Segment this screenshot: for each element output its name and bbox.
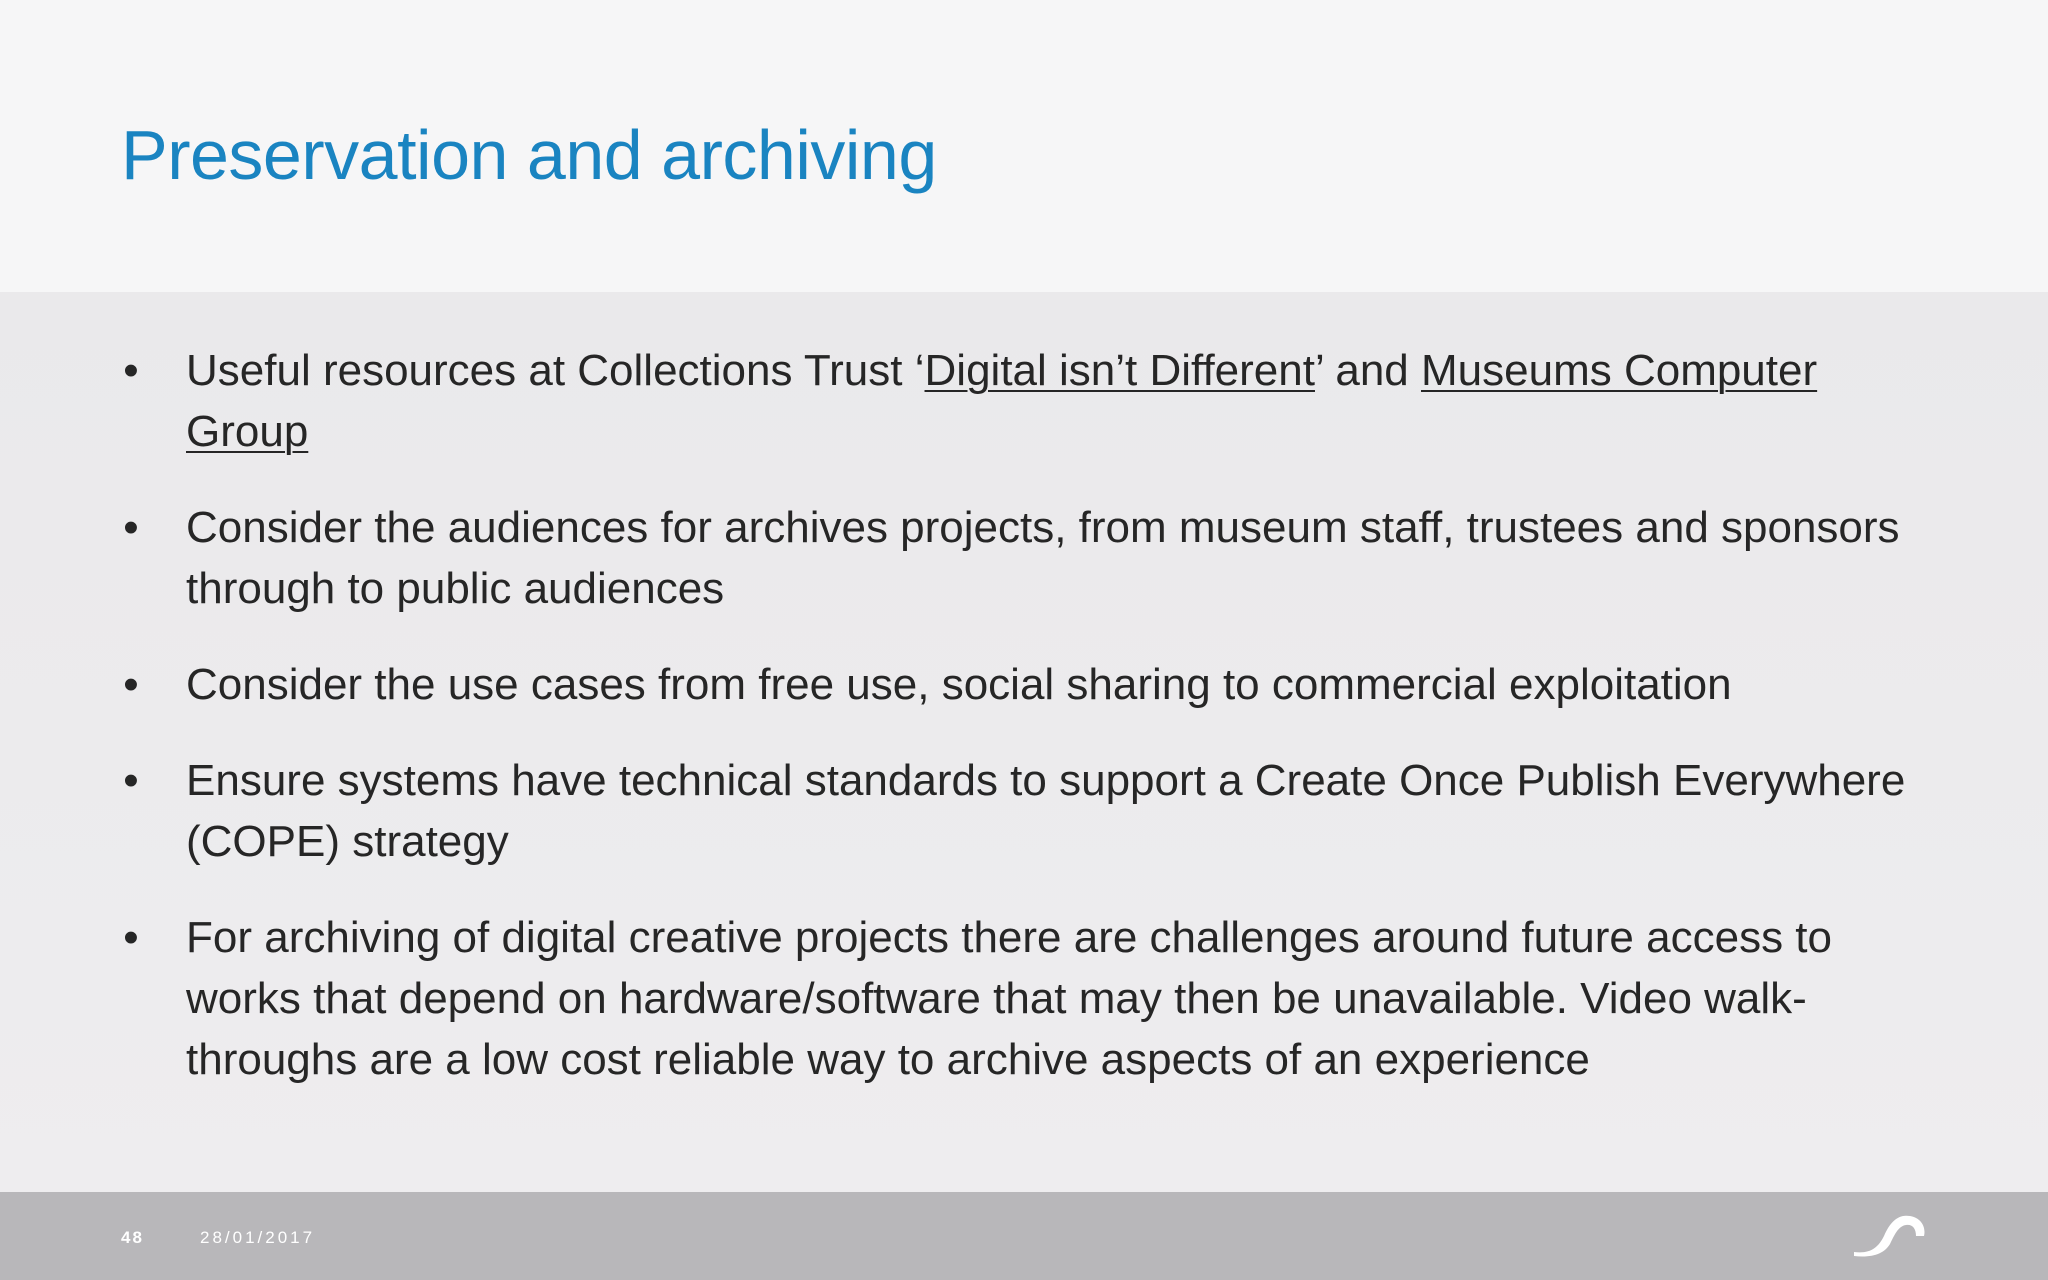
bullet-text: For archiving of digital creative projec… bbox=[186, 913, 1832, 1084]
bullet-text: Useful resources at Collections Trust ‘ bbox=[186, 346, 925, 395]
footer-date: 28/01/2017 bbox=[200, 1228, 316, 1247]
bullet-dot: • bbox=[123, 913, 139, 962]
wave-logo-icon bbox=[1854, 1215, 1925, 1257]
bullet-text: Consider the audiences for archives proj… bbox=[186, 503, 1900, 613]
bullet-item: • Consider the audiences for archives pr… bbox=[121, 497, 1921, 619]
page-number: 48 bbox=[121, 1228, 144, 1247]
bullet-dot: • bbox=[123, 503, 139, 552]
link-digital-isnt-different[interactable]: Digital isn’t Different bbox=[925, 346, 1315, 395]
slide-header: Preservation and archiving bbox=[0, 0, 2048, 292]
bullet-text: Consider the use cases from free use, so… bbox=[186, 660, 1732, 709]
bullet-text: Ensure systems have technical standards … bbox=[186, 756, 1906, 866]
slide-title: Preservation and archiving bbox=[121, 116, 937, 194]
bullet-item: • Consider the use cases from free use, … bbox=[121, 654, 1921, 715]
bullet-item: • Useful resources at Collections Trust … bbox=[121, 340, 1921, 462]
bullet-dot: • bbox=[123, 756, 139, 805]
bullet-dot: • bbox=[123, 660, 139, 709]
bullet-item: • Ensure systems have technical standard… bbox=[121, 750, 1921, 872]
bullet-list: • Useful resources at Collections Trust … bbox=[121, 340, 1921, 1125]
bullet-item: • For archiving of digital creative proj… bbox=[121, 907, 1921, 1090]
bullet-dot: • bbox=[123, 346, 139, 395]
bullet-text: ’ and bbox=[1314, 346, 1421, 395]
